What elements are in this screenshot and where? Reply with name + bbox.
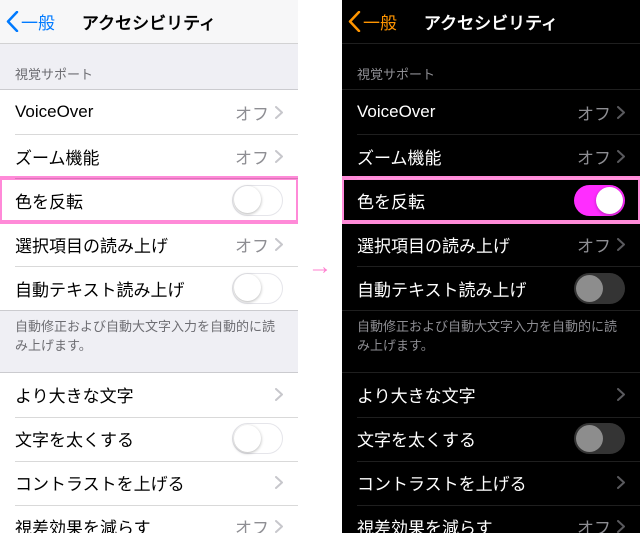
group-visual: VoiceOver オフ ズーム機能 オフ 色を反転 選択項目の読み上げ オフ … (342, 89, 640, 311)
chevron-right-icon (617, 150, 625, 163)
row-label: コントラストを上げる (15, 470, 275, 495)
row-label: 色を反転 (357, 188, 574, 213)
row-bold-text[interactable]: 文字を太くする (0, 417, 298, 461)
row-value: オフ (577, 100, 611, 125)
row-value: オフ (235, 232, 269, 257)
row-speak-selection[interactable]: 選択項目の読み上げ オフ (0, 222, 298, 266)
row-label: 文字を太くする (357, 426, 574, 451)
toggle-speak-auto[interactable] (574, 273, 625, 304)
row-value: オフ (235, 100, 269, 125)
row-larger-text[interactable]: より大きな文字 (0, 373, 298, 417)
screen-inverted: 一般 アクセシビリティ 視覚サポート VoiceOver オフ ズーム機能 オフ… (342, 0, 640, 533)
row-value: オフ (577, 232, 611, 257)
row-zoom[interactable]: ズーム機能 オフ (342, 134, 640, 178)
row-invert-colors[interactable]: 色を反転 (342, 178, 640, 222)
row-speak-auto[interactable]: 自動テキスト読み上げ (0, 266, 298, 310)
chevron-right-icon (275, 238, 283, 251)
row-value: オフ (235, 514, 269, 533)
row-bold-text[interactable]: 文字を太くする (342, 417, 640, 461)
back-button[interactable]: 一般 (0, 9, 55, 34)
row-value: オフ (235, 144, 269, 169)
chevron-right-icon (275, 106, 283, 119)
row-value: オフ (577, 144, 611, 169)
row-label: 視差効果を減らす (15, 514, 235, 533)
toggle-speak-auto[interactable] (232, 273, 283, 304)
toggle-invert-colors[interactable] (232, 185, 283, 216)
row-label: VoiceOver (15, 102, 235, 122)
row-label: 視差効果を減らす (357, 514, 577, 533)
back-label: 一般 (21, 9, 55, 34)
chevron-right-icon (275, 520, 283, 533)
row-label: より大きな文字 (15, 382, 275, 407)
group-text: より大きな文字 文字を太くする コントラストを上げる 視差効果を減らす オフ (0, 372, 298, 533)
row-label: ズーム機能 (15, 144, 235, 169)
row-label: ズーム機能 (357, 144, 577, 169)
chevron-right-icon (617, 520, 625, 533)
row-voiceover[interactable]: VoiceOver オフ (0, 90, 298, 134)
row-speak-auto[interactable]: 自動テキスト読み上げ (342, 266, 640, 310)
back-button[interactable]: 一般 (342, 9, 397, 34)
footer-speak-auto: 自動修正および自動大文字入力を自動的に読み上げます。 (0, 311, 298, 372)
chevron-right-icon (617, 238, 625, 251)
chevron-right-icon (275, 476, 283, 489)
group-text: より大きな文字 文字を太くする コントラストを上げる 視差効果を減らす オフ (342, 372, 640, 533)
toggle-invert-colors[interactable] (574, 185, 625, 216)
row-reduce-motion[interactable]: 視差効果を減らす オフ (0, 505, 298, 533)
chevron-right-icon (275, 388, 283, 401)
chevron-right-icon (617, 106, 625, 119)
row-value: オフ (577, 514, 611, 533)
toggle-bold-text[interactable] (232, 423, 283, 454)
row-label: より大きな文字 (357, 382, 617, 407)
row-zoom[interactable]: ズーム機能 オフ (0, 134, 298, 178)
row-label: 文字を太くする (15, 426, 232, 451)
arrow-icon: → (298, 255, 342, 279)
chevron-left-icon (348, 11, 361, 32)
row-speak-selection[interactable]: 選択項目の読み上げ オフ (342, 222, 640, 266)
row-larger-text[interactable]: より大きな文字 (342, 373, 640, 417)
row-label: 選択項目の読み上げ (357, 232, 577, 257)
screen-normal: 一般 アクセシビリティ 視覚サポート VoiceOver オフ ズーム機能 オフ… (0, 0, 298, 533)
row-label: 選択項目の読み上げ (15, 232, 235, 257)
row-label: コントラストを上げる (357, 470, 617, 495)
row-label: VoiceOver (357, 102, 577, 122)
section-header-visual: 視覚サポート (342, 44, 640, 89)
section-header-visual: 視覚サポート (0, 44, 298, 89)
row-contrast[interactable]: コントラストを上げる (342, 461, 640, 505)
row-voiceover[interactable]: VoiceOver オフ (342, 90, 640, 134)
row-invert-colors[interactable]: 色を反転 (0, 178, 298, 222)
row-label: 自動テキスト読み上げ (357, 276, 574, 301)
back-label: 一般 (363, 9, 397, 34)
group-visual: VoiceOver オフ ズーム機能 オフ 色を反転 選択項目の読み上げ オフ … (0, 89, 298, 311)
nav-header: 一般 アクセシビリティ (342, 0, 640, 44)
nav-header: 一般 アクセシビリティ (0, 0, 298, 44)
row-contrast[interactable]: コントラストを上げる (0, 461, 298, 505)
chevron-right-icon (275, 150, 283, 163)
footer-speak-auto: 自動修正および自動大文字入力を自動的に読み上げます。 (342, 311, 640, 372)
chevron-right-icon (617, 388, 625, 401)
toggle-bold-text[interactable] (574, 423, 625, 454)
row-reduce-motion[interactable]: 視差効果を減らす オフ (342, 505, 640, 533)
row-label: 色を反転 (15, 188, 232, 213)
row-label: 自動テキスト読み上げ (15, 276, 232, 301)
chevron-left-icon (6, 11, 19, 32)
chevron-right-icon (617, 476, 625, 489)
